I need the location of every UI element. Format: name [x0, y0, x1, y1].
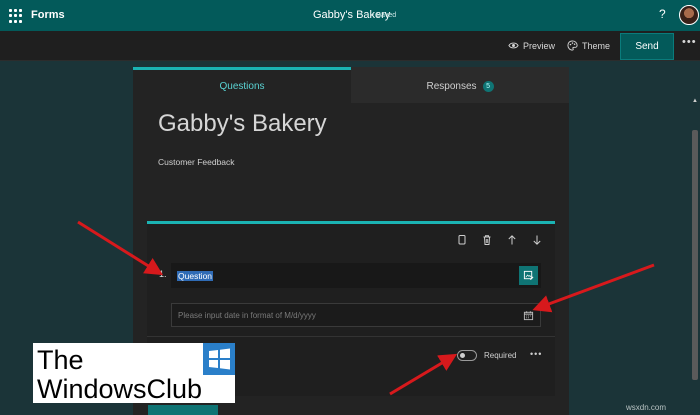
insert-media-button[interactable]: [519, 266, 538, 285]
preview-label: Preview: [523, 40, 556, 51]
site-credit: wsxdn.com: [626, 403, 667, 412]
theme-button[interactable]: Theme: [567, 40, 610, 51]
save-status: - Saved: [372, 12, 397, 19]
send-button[interactable]: Send: [620, 33, 674, 60]
avatar[interactable]: [679, 5, 699, 25]
app-name[interactable]: Forms: [31, 9, 65, 21]
image-edit-icon: [523, 270, 534, 281]
responses-count-badge: 5: [482, 81, 494, 92]
question-number: 1.: [159, 269, 167, 279]
question-text: Question: [177, 271, 214, 281]
add-new-button[interactable]: [148, 405, 218, 415]
calendar-icon[interactable]: [523, 310, 534, 321]
form-title[interactable]: Gabby's Bakery: [158, 110, 327, 138]
tab-questions[interactable]: Questions: [133, 67, 351, 103]
tab-responses[interactable]: Responses 5: [351, 67, 569, 103]
date-placeholder: Please input date in format of M/d/yyyy: [178, 311, 316, 320]
watermark-line1: The: [37, 345, 84, 375]
question-more-icon[interactable]: •••: [530, 349, 542, 359]
eye-icon: [508, 42, 519, 49]
watermark-line2: WindowsClub: [37, 374, 203, 404]
card-divider: [147, 336, 555, 337]
palette-icon: [567, 40, 578, 51]
app-header: Forms Gabby's Bakery - Saved ?: [0, 0, 700, 31]
more-options-icon[interactable]: •••: [682, 36, 697, 48]
watermark-logo: The WindowsClub: [33, 343, 235, 404]
command-bar: Preview Theme: [0, 31, 700, 61]
preview-button[interactable]: Preview: [508, 40, 555, 51]
question-text-input[interactable]: Question: [171, 263, 541, 288]
windows-logo-icon: [203, 343, 235, 375]
app-launcher-icon[interactable]: [9, 9, 23, 23]
date-answer-input[interactable]: Please input date in format of M/d/yyyy: [171, 303, 541, 327]
delete-icon[interactable]: [481, 234, 493, 246]
question-toolbar: [456, 234, 543, 246]
move-down-icon[interactable]: [531, 234, 543, 246]
required-label: Required: [484, 351, 517, 360]
tab-responses-label: Responses: [426, 81, 477, 92]
move-up-icon[interactable]: [506, 234, 518, 246]
copy-icon[interactable]: [456, 234, 468, 246]
form-description[interactable]: Customer Feedback: [158, 157, 235, 167]
scroll-up-icon[interactable]: ▲: [692, 98, 698, 104]
theme-label: Theme: [582, 40, 611, 51]
required-toggle[interactable]: [457, 350, 477, 361]
scrollbar-thumb[interactable]: [692, 130, 698, 380]
help-icon[interactable]: ?: [659, 7, 666, 21]
